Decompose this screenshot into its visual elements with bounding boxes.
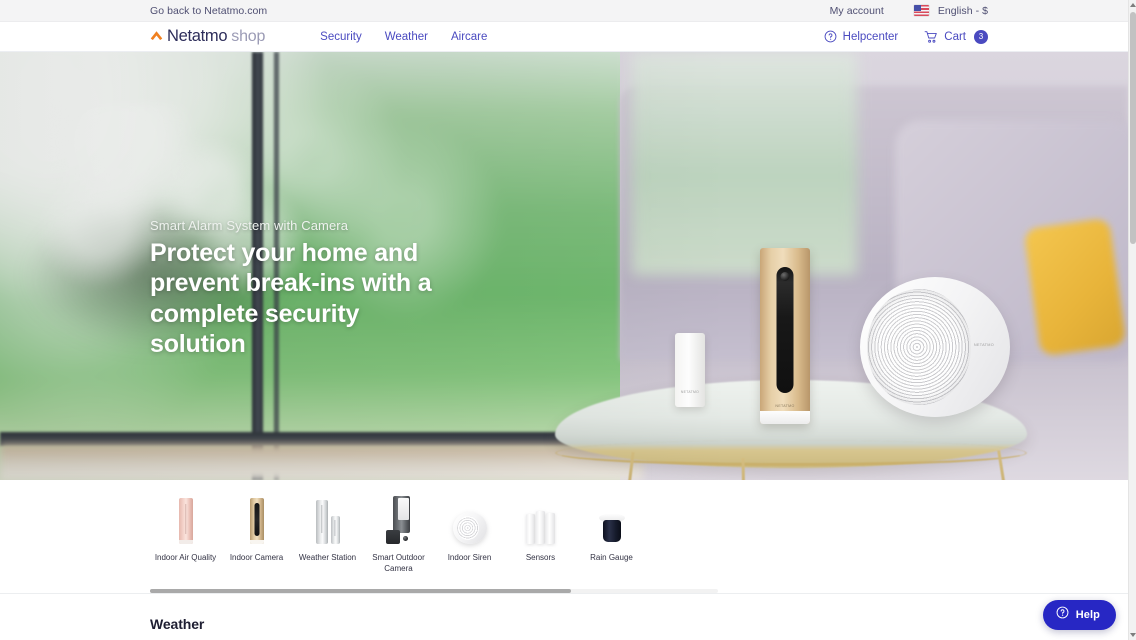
help-widget-label: Help xyxy=(1075,609,1100,621)
page-viewport: Go back to Netatmo.com My account Englis… xyxy=(0,0,1128,640)
main-navbar: Netatmo shop Security Weather Aircare He… xyxy=(0,22,1128,52)
category-smart-outdoor-camera[interactable]: Smart Outdoor Camera xyxy=(363,484,434,575)
category-weather-station[interactable]: Weather Station xyxy=(292,484,363,564)
weather-section-inner: Weather xyxy=(140,616,988,632)
category-label: Indoor Air Quality xyxy=(154,553,217,562)
sensors-icon xyxy=(511,489,571,544)
cart-label: Cart xyxy=(944,30,966,43)
cart-icon xyxy=(924,30,938,44)
category-label: Sensors xyxy=(525,553,556,562)
category-sensors[interactable]: Sensors xyxy=(505,484,576,564)
utility-bar-left: Go back to Netatmo.com xyxy=(150,5,267,17)
nav-link-security[interactable]: Security xyxy=(320,31,362,43)
category-label: Indoor Camera xyxy=(229,553,284,562)
carousel-scrollbar-track[interactable] xyxy=(150,588,718,593)
nav-link-aircare[interactable]: Aircare xyxy=(451,31,487,43)
indoor-camera-icon xyxy=(227,489,287,544)
category-carousel-inner: Indoor Air Quality Indoor Camera Weather… xyxy=(140,484,988,593)
helpcenter-label: Helpcenter xyxy=(842,30,899,43)
us-flag-icon xyxy=(913,5,929,16)
cart-count-badge: 3 xyxy=(974,29,988,44)
hero-eyebrow: Smart Alarm System with Camera xyxy=(150,218,349,233)
category-label: Smart Outdoor Camera xyxy=(372,553,425,573)
weather-station-icon xyxy=(298,489,358,544)
browser-page: Go back to Netatmo.com My account Englis… xyxy=(0,0,1136,640)
navbar-actions: Helpcenter Cart 3 xyxy=(824,29,988,44)
netatmo-house-icon xyxy=(150,30,163,43)
question-circle-icon xyxy=(824,30,837,43)
back-to-netatmo-link[interactable]: Go back to Netatmo.com xyxy=(150,5,267,17)
indoor-air-quality-icon xyxy=(156,489,216,544)
category-carousel-section: Indoor Air Quality Indoor Camera Weather… xyxy=(0,480,1128,594)
category-indoor-air-quality[interactable]: Indoor Air Quality xyxy=(150,484,221,564)
language-selector[interactable]: English - $ xyxy=(913,4,988,17)
weather-section-title: Weather xyxy=(150,615,205,632)
scrollbar-thumb[interactable] xyxy=(1130,12,1136,244)
category-label: Indoor Siren xyxy=(447,553,492,562)
help-widget-button[interactable]: Help xyxy=(1042,600,1116,630)
netatmo-shop-logo[interactable]: Netatmo shop xyxy=(150,27,265,46)
hero-banner[interactable]: NETATMO NETATMO NETATMO Smart Alarm Syst… xyxy=(0,52,1128,480)
indoor-siren-icon xyxy=(440,489,500,544)
category-label: Weather Station xyxy=(298,553,357,562)
browser-scrollbar[interactable] xyxy=(1128,0,1136,640)
category-carousel[interactable]: Indoor Air Quality Indoor Camera Weather… xyxy=(150,484,988,575)
primary-nav-links: Security Weather Aircare xyxy=(320,31,487,43)
category-label: Rain Gauge xyxy=(590,553,633,562)
carousel-scrollbar-thumb[interactable] xyxy=(150,588,571,593)
scrollbar-down-arrow-icon[interactable] xyxy=(1129,630,1136,640)
nav-link-weather[interactable]: Weather xyxy=(385,31,428,43)
smart-outdoor-camera-icon xyxy=(369,489,429,544)
question-circle-icon xyxy=(1056,606,1069,624)
helpcenter-link[interactable]: Helpcenter xyxy=(824,30,899,43)
category-indoor-siren[interactable]: Indoor Siren xyxy=(434,484,505,564)
rain-gauge-icon xyxy=(582,489,642,544)
logo-netatmo-text: Netatmo xyxy=(167,27,228,45)
cart-button[interactable]: Cart 3 xyxy=(924,29,988,44)
utility-bar-inner: Go back to Netatmo.com My account Englis… xyxy=(140,5,988,17)
category-indoor-camera[interactable]: Indoor Camera xyxy=(221,484,292,564)
utility-bar: Go back to Netatmo.com My account Englis… xyxy=(0,0,1128,22)
weather-section: Weather xyxy=(0,593,1128,632)
category-rain-gauge[interactable]: Rain Gauge xyxy=(576,484,647,564)
main-navbar-inner: Netatmo shop Security Weather Aircare He… xyxy=(140,27,988,46)
utility-bar-right: My account English - $ xyxy=(830,5,988,17)
my-account-link[interactable]: My account xyxy=(830,5,884,17)
hero-content: Smart Alarm System with Camera Protect y… xyxy=(0,52,1128,480)
logo-shop-text: shop xyxy=(231,28,266,45)
language-label: English - $ xyxy=(937,4,988,17)
scrollbar-up-arrow-icon[interactable] xyxy=(1129,0,1136,10)
hero-content-inner: Smart Alarm System with Camera Protect y… xyxy=(140,52,988,480)
hero-title: Protect your home and prevent break-ins … xyxy=(150,239,432,358)
